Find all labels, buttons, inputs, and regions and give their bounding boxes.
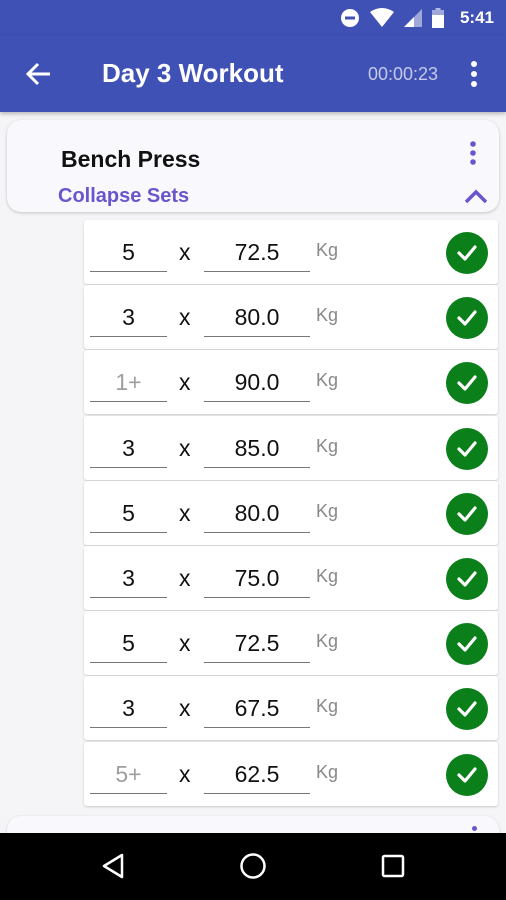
check-icon <box>457 571 477 587</box>
battery-icon <box>431 7 444 28</box>
next-exercise-card[interactable] <box>7 816 499 833</box>
check-icon <box>457 375 477 391</box>
times-label: x <box>179 499 191 526</box>
weight-input[interactable]: 75.0 <box>204 560 310 598</box>
app-bar: Day 3 Workout 00:00:23 <box>0 35 506 112</box>
exercise-menu-button[interactable] <box>467 140 479 166</box>
set-row: 3 x 80.0 Kg <box>84 285 498 350</box>
complete-set-button[interactable] <box>446 753 488 796</box>
weight-input[interactable]: 67.5 <box>204 690 310 729</box>
more-vert-icon <box>471 61 477 87</box>
weight-input[interactable]: 85.0 <box>204 430 310 468</box>
unit-label: Kg <box>316 761 339 782</box>
weight-input[interactable]: 80.0 <box>204 495 310 533</box>
set-row: 1+ x 90.0 Kg <box>84 350 498 415</box>
check-icon <box>457 636 477 652</box>
unit-label: Kg <box>316 305 339 326</box>
status-bar: 5:41 <box>0 0 506 35</box>
times-label: x <box>179 630 191 657</box>
wifi-icon <box>369 7 394 27</box>
times-label: x <box>179 304 191 331</box>
complete-set-button[interactable] <box>446 297 488 340</box>
reps-input[interactable]: 5+ <box>90 756 167 794</box>
workout-content[interactable]: Bench Press Collapse Sets 5 x 72.5 Kg 3 x 80.0… <box>0 112 506 833</box>
times-label: x <box>179 564 191 591</box>
reps-input[interactable]: 1+ <box>90 364 167 403</box>
chevron-up-icon <box>464 189 488 204</box>
weight-input[interactable]: 72.5 <box>204 234 310 272</box>
check-icon <box>457 245 477 261</box>
check-icon <box>457 440 477 457</box>
set-row: 5 x 80.0 Kg <box>84 480 498 545</box>
reps-input[interactable]: 3 <box>90 690 167 729</box>
reps-input[interactable]: 5 <box>90 625 167 664</box>
set-row: 3 x 85.0 Kg <box>84 415 498 480</box>
weight-input[interactable]: 72.5 <box>204 625 310 664</box>
unit-label: Kg <box>316 240 339 260</box>
collapse-chevron-button[interactable] <box>463 188 489 204</box>
complete-set-button[interactable] <box>446 427 488 470</box>
times-label: x <box>179 369 191 396</box>
complete-set-button[interactable] <box>446 492 488 535</box>
recents-square-icon <box>381 854 405 878</box>
more-vert-icon <box>470 141 476 165</box>
cell-signal-icon <box>403 8 422 27</box>
reps-input[interactable]: 5 <box>90 234 167 272</box>
complete-set-button[interactable] <box>446 623 488 666</box>
complete-set-button[interactable] <box>446 688 488 731</box>
back-triangle-icon <box>102 853 124 879</box>
unit-label: Kg <box>316 435 339 456</box>
set-row: 3 x 67.5 Kg <box>84 676 498 741</box>
complete-set-button[interactable] <box>446 232 488 274</box>
navigation-bar <box>0 833 506 900</box>
unit-label: Kg <box>316 696 339 717</box>
times-label: x <box>179 695 191 722</box>
home-circle-icon <box>240 853 266 879</box>
complete-set-button[interactable] <box>446 557 488 600</box>
sets-list: 5 x 72.5 Kg 3 x 80.0 Kg 1+ x 90.0 Kg 3 x 85.0 Kg 5 x 80.0 K… <box>84 220 498 807</box>
page-title: Day 3 Workout <box>102 58 284 88</box>
weight-input[interactable]: 80.0 <box>204 299 310 338</box>
status-time: 5:41 <box>459 7 494 27</box>
reps-input[interactable]: 3 <box>90 299 167 338</box>
nav-home-button[interactable] <box>238 851 268 881</box>
times-label: x <box>179 760 191 787</box>
unit-label: Kg <box>316 631 339 652</box>
collapse-sets-button[interactable]: Collapse Sets <box>58 185 189 208</box>
set-row: 5 x 72.5 Kg <box>84 611 498 676</box>
check-icon <box>457 506 477 522</box>
complete-set-button[interactable] <box>446 362 488 405</box>
unit-label: Kg <box>316 370 339 391</box>
reps-input[interactable]: 3 <box>90 430 167 468</box>
nav-back-button[interactable] <box>98 851 128 881</box>
back-button[interactable] <box>24 59 54 89</box>
more-vert-icon[interactable] <box>472 826 477 831</box>
weight-input[interactable]: 62.5 <box>204 756 310 794</box>
check-icon <box>457 701 477 717</box>
reps-input[interactable]: 5 <box>90 495 167 533</box>
set-row: 5 x 72.5 Kg <box>84 220 498 284</box>
check-icon <box>457 310 477 326</box>
nav-recents-button[interactable] <box>378 851 408 881</box>
weight-input[interactable]: 90.0 <box>204 364 310 403</box>
check-icon <box>457 766 477 783</box>
arrow-left-icon <box>25 62 50 86</box>
reps-input[interactable]: 3 <box>90 560 167 598</box>
exercise-name: Bench Press <box>61 146 201 172</box>
set-row: 5+ x 62.5 Kg <box>84 741 498 806</box>
workout-timer: 00:00:23 <box>368 64 439 84</box>
unit-label: Kg <box>316 565 339 586</box>
set-row: 3 x 75.0 Kg <box>84 545 498 610</box>
times-label: x <box>179 239 191 265</box>
times-label: x <box>179 434 191 461</box>
exercise-card: Bench Press Collapse Sets <box>7 120 499 212</box>
do-not-disturb-icon <box>340 8 359 27</box>
overflow-menu-button[interactable] <box>466 59 482 89</box>
unit-label: Kg <box>316 500 339 521</box>
